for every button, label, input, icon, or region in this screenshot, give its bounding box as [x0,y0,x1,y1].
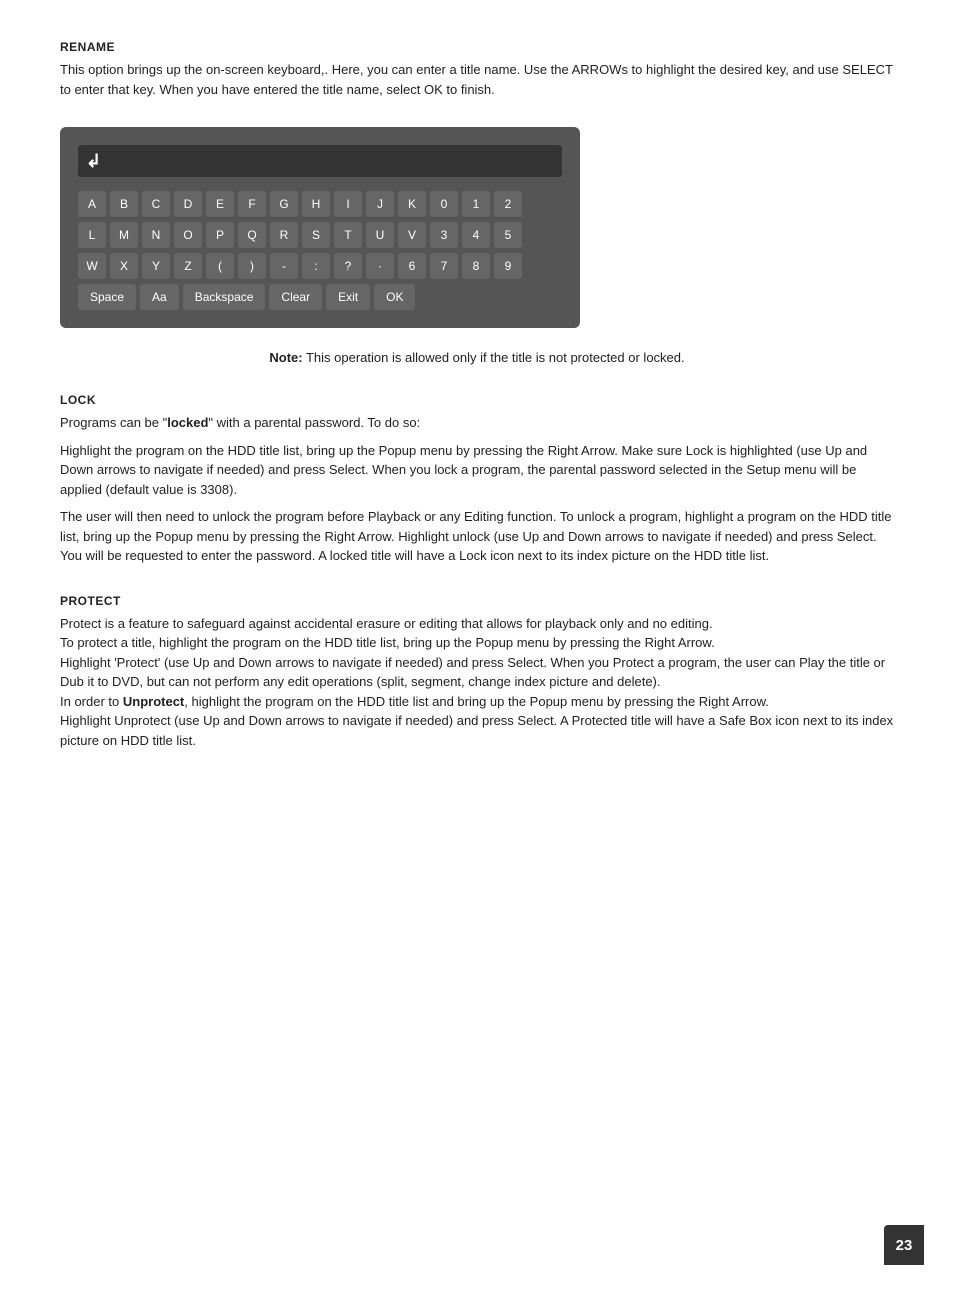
lock-p2: Highlight the program on the HDD title l… [60,441,894,500]
key-dash[interactable]: - [270,253,298,279]
protect-p4-bold: Unprotect [123,694,184,709]
keyboard-row-3: W X Y Z ( ) - : ? · 6 7 8 9 [78,253,562,279]
key-U[interactable]: U [366,222,394,248]
protect-p4-pre: In order to [60,694,123,709]
key-6[interactable]: 6 [398,253,426,279]
key-X[interactable]: X [110,253,138,279]
keyboard-row-4: Space Aa Backspace Clear Exit OK [78,284,562,310]
key-aa[interactable]: Aa [140,284,179,310]
rename-title: RENAME [60,40,894,54]
key-4[interactable]: 4 [462,222,490,248]
key-colon[interactable]: : [302,253,330,279]
key-T[interactable]: T [334,222,362,248]
protect-p5: Highlight Unprotect (use Up and Down arr… [60,711,894,750]
key-1[interactable]: 1 [462,191,490,217]
key-clear[interactable]: Clear [269,284,322,310]
key-G[interactable]: G [270,191,298,217]
key-ok[interactable]: OK [374,284,415,310]
protect-p4-mid: , highlight the program on the HDD title… [184,694,769,709]
key-exit[interactable]: Exit [326,284,370,310]
lock-p1: Programs can be "locked" with a parental… [60,413,894,433]
key-N[interactable]: N [142,222,170,248]
key-C[interactable]: C [142,191,170,217]
key-2[interactable]: 2 [494,191,522,217]
key-E[interactable]: E [206,191,234,217]
key-L[interactable]: L [78,222,106,248]
key-K[interactable]: K [398,191,426,217]
note-body: This operation is allowed only if the ti… [303,350,685,365]
rename-description: This option brings up the on-screen keyb… [60,60,894,99]
key-7[interactable]: 7 [430,253,458,279]
key-F[interactable]: F [238,191,266,217]
keyboard-row-2: L M N O P Q R S T U V 3 4 5 [78,222,562,248]
keyboard-rows: A B C D E F G H I J K 0 1 2 L M N O P Q … [78,191,562,310]
protect-p4: In order to Unprotect, highlight the pro… [60,692,894,712]
key-8[interactable]: 8 [462,253,490,279]
note-text: Note: This operation is allowed only if … [60,350,894,365]
protect-title: PROTECT [60,594,894,608]
key-open-paren[interactable]: ( [206,253,234,279]
note-bold: Note: [269,350,302,365]
protect-section: PROTECT Protect is a feature to safeguar… [60,594,894,751]
keyboard-cursor: ↲ [86,152,101,170]
protect-p3: Highlight 'Protect' (use Up and Down arr… [60,653,894,692]
lock-section: LOCK Programs can be "locked" with a par… [60,393,894,566]
key-O[interactable]: O [174,222,202,248]
key-J[interactable]: J [366,191,394,217]
key-Q[interactable]: Q [238,222,266,248]
lock-p3: The user will then need to unlock the pr… [60,507,894,566]
lock-title: LOCK [60,393,894,407]
key-V[interactable]: V [398,222,426,248]
key-5[interactable]: 5 [494,222,522,248]
rename-section: RENAME This option brings up the on-scre… [60,40,894,99]
key-3[interactable]: 3 [430,222,458,248]
key-backspace[interactable]: Backspace [183,284,266,310]
key-dot[interactable]: · [366,253,394,279]
key-Z[interactable]: Z [174,253,202,279]
key-H[interactable]: H [302,191,330,217]
key-0[interactable]: 0 [430,191,458,217]
key-A[interactable]: A [78,191,106,217]
key-M[interactable]: M [110,222,138,248]
protect-p2: To protect a title, highlight the progra… [60,633,894,653]
on-screen-keyboard: ↲ A B C D E F G H I J K 0 1 2 L M N O P … [60,127,580,328]
page-number: 23 [884,1225,924,1265]
key-9[interactable]: 9 [494,253,522,279]
keyboard-screen: ↲ [78,145,562,177]
key-S[interactable]: S [302,222,330,248]
key-B[interactable]: B [110,191,138,217]
key-space[interactable]: Space [78,284,136,310]
key-close-paren[interactable]: ) [238,253,266,279]
key-I[interactable]: I [334,191,362,217]
key-question[interactable]: ? [334,253,362,279]
key-W[interactable]: W [78,253,106,279]
keyboard-row-1: A B C D E F G H I J K 0 1 2 [78,191,562,217]
key-D[interactable]: D [174,191,202,217]
key-R[interactable]: R [270,222,298,248]
protect-p1: Protect is a feature to safeguard agains… [60,614,894,634]
key-Y[interactable]: Y [142,253,170,279]
key-P[interactable]: P [206,222,234,248]
